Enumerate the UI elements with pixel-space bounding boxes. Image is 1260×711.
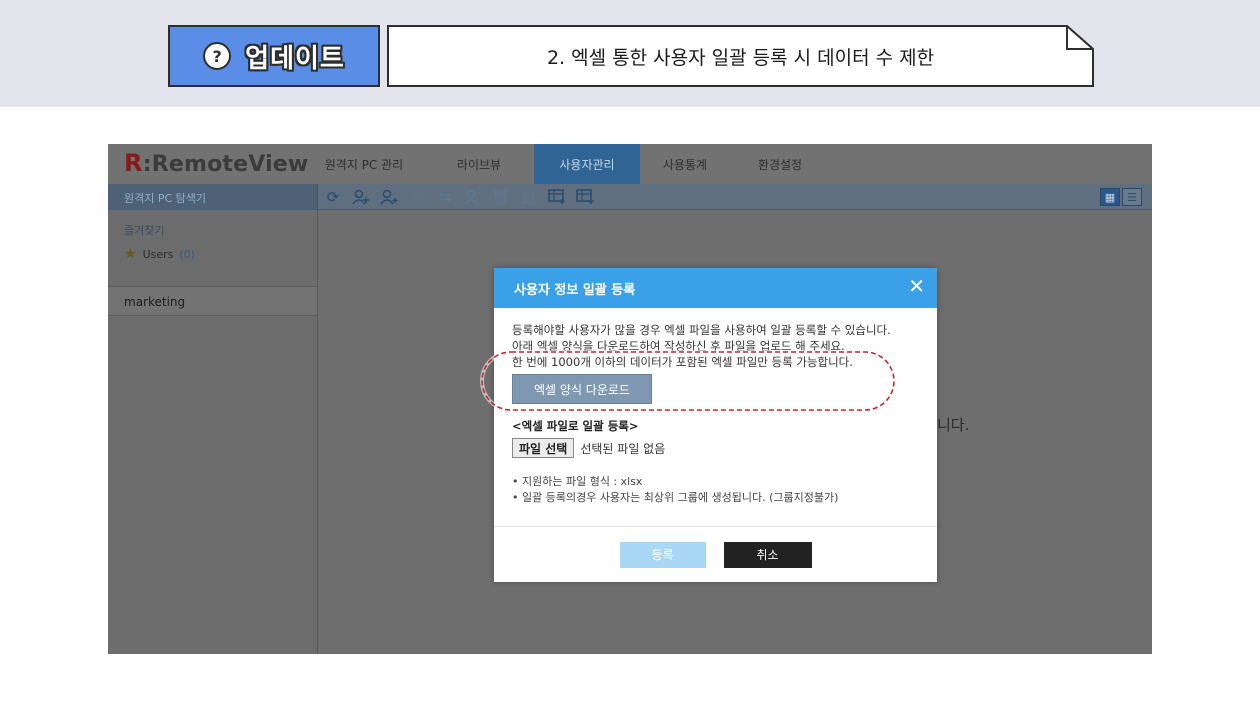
excel-export-icon[interactable]	[574, 187, 596, 207]
favorites-users-count: (0)	[179, 247, 195, 261]
top-bar: R:RemoteView 원격지 PC 관리 라이브뷰 사용자관리 사용통계 환…	[108, 144, 1152, 184]
logo-text: RemoteView	[151, 152, 309, 177]
update-badge: ? 업데이트	[168, 25, 380, 87]
sidebar: 즐겨찾기 ★ Users (0) marketing	[108, 210, 318, 654]
favorites-title: 즐겨찾기	[124, 224, 165, 237]
description-line: 아래 엑셀 양식을 다운로드하여 작성하신 후 파일을 업로드 해 주세요.	[512, 339, 845, 353]
nav-liveview[interactable]: 라이브뷰	[424, 144, 534, 184]
note-line: • 지원하는 파일 형식 : xlsx	[512, 475, 643, 488]
download-template-button[interactable]: 엑셀 양식 다운로드	[512, 374, 652, 404]
main-nav: 원격지 PC 관리 라이브뷰 사용자관리 사용통계 환경설정	[304, 144, 830, 184]
view-toggle: ▦ ☰	[1100, 188, 1142, 206]
memo-icon[interactable]: ▤	[518, 187, 540, 207]
notes: • 지원하는 파일 형식 : xlsx • 일괄 등록의경우 사용자는 최상위 …	[512, 474, 919, 506]
file-row: 파일 선택 선택된 파일 없음	[512, 438, 919, 458]
bulk-register-dialog: 사용자 정보 일괄 등록 ✕ 등록해야할 사용자가 많을 경우 엑셀 파일을 사…	[494, 268, 937, 582]
close-icon[interactable]: ✕	[908, 276, 925, 296]
question-icon: ?	[203, 42, 232, 70]
list-view-icon[interactable]: ☰	[1122, 188, 1142, 206]
group-item-marketing[interactable]: marketing	[108, 286, 317, 316]
description-line: 한 번에 1000개 이하의 데이터가 포함된 엑셀 파일만 등록 가능합니다.	[512, 355, 853, 369]
tool-buttons: ⟳ ☆ ⇆ 🗑 ▤	[322, 187, 596, 207]
edit-user-icon[interactable]	[462, 187, 484, 207]
update-label: 업데이트	[245, 43, 345, 74]
favorites-users[interactable]: ★ Users (0)	[124, 246, 195, 262]
nav-remote-pc[interactable]: 원격지 PC 관리	[304, 144, 424, 184]
logo-colon: :	[142, 152, 152, 177]
favorites-users-label: Users	[142, 247, 174, 261]
favorite-icon[interactable]: ☆	[406, 187, 428, 207]
nav-settings[interactable]: 환경설정	[730, 144, 830, 184]
logo-mark: R	[124, 149, 143, 177]
section-title: <엑셀 파일로 일괄 등록>	[512, 419, 639, 433]
excel-import-icon[interactable]	[546, 187, 568, 207]
dialog-footer: 등록 취소	[494, 526, 937, 582]
page-title: 2. 엑셀 통한 사용자 일괄 등록 시 데이터 수 제한	[546, 46, 935, 69]
toolbar: 원격지 PC 탐색기 ⟳ ☆ ⇆ 🗑 ▤ ▦ ☰	[108, 184, 1152, 210]
note-line: • 일괄 등록의경우 사용자는 최상위 그룹에 생성됩니다. (그룹지정불가)	[512, 491, 839, 504]
title-note: 2. 엑셀 통한 사용자 일괄 등록 시 데이터 수 제한	[387, 25, 1094, 87]
dialog-body: 등록해야할 사용자가 많을 경우 엑셀 파일을 사용하여 일괄 등록할 수 있습…	[494, 308, 937, 506]
move-icon[interactable]: ⇆	[434, 187, 456, 207]
cancel-button[interactable]: 취소	[723, 541, 812, 568]
main-message: 니다.	[937, 416, 970, 434]
refresh-icon[interactable]: ⟳	[322, 187, 344, 207]
remoteview-logo: R:RemoteView	[124, 149, 308, 177]
choose-file-button[interactable]: 파일 선택	[512, 438, 575, 458]
register-button[interactable]: 등록	[619, 541, 706, 568]
nav-usage-stats[interactable]: 사용통계	[640, 144, 730, 184]
nav-user-management[interactable]: 사용자관리	[534, 144, 640, 184]
grid-view-icon[interactable]: ▦	[1100, 188, 1120, 206]
header-banner: ? 업데이트 2. 엑셀 통한 사용자 일괄 등록 시 데이터 수 제한	[0, 0, 1260, 107]
dialog-header: 사용자 정보 일괄 등록 ✕	[494, 268, 937, 308]
dialog-title: 사용자 정보 일괄 등록	[514, 282, 636, 298]
explorer-label[interactable]: 원격지 PC 탐색기	[108, 184, 318, 210]
add-user-icon[interactable]	[378, 187, 400, 207]
file-status: 선택된 파일 없음	[580, 441, 666, 456]
star-icon: ★	[124, 246, 137, 262]
description-line: 등록해야할 사용자가 많을 경우 엑셀 파일을 사용하여 일괄 등록할 수 있습…	[512, 323, 891, 337]
add-user-group-icon[interactable]	[350, 187, 372, 207]
delete-icon[interactable]: 🗑	[490, 187, 512, 207]
remoteview-app: R:RemoteView 원격지 PC 관리 라이브뷰 사용자관리 사용통계 환…	[108, 144, 1152, 654]
